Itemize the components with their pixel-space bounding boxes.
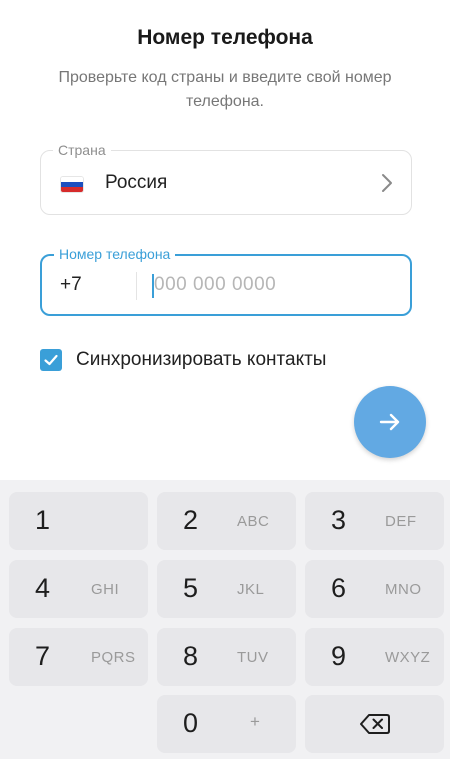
key-letters: ABC <box>237 513 270 530</box>
key-9[interactable]: 9 WXYZ <box>305 628 444 686</box>
key-digit: 3 <box>331 505 347 535</box>
key-digit: 0 <box>183 708 199 738</box>
key-6[interactable]: 6 MNO <box>305 560 444 618</box>
phone-field-label: Номер телефона <box>54 245 176 263</box>
key-letters: TUV <box>237 649 269 666</box>
key-2[interactable]: 2 ABC <box>157 492 296 550</box>
country-selector[interactable]: Страна Россия <box>40 141 412 215</box>
key-0[interactable]: 0 + <box>157 695 296 753</box>
key-letters: JKL <box>237 581 265 598</box>
country-code[interactable]: +7 <box>60 274 82 296</box>
key-digit: 5 <box>183 573 199 603</box>
sync-contacts-label: Синхронизировать контакты <box>76 349 327 370</box>
arrow-right-icon <box>379 413 400 431</box>
country-name: Россия <box>105 172 168 193</box>
key-4[interactable]: 4 GHI <box>9 560 148 618</box>
key-digit: 4 <box>35 573 51 603</box>
russia-flag-icon <box>61 177 83 192</box>
key-digit: 8 <box>183 641 199 671</box>
field-divider <box>136 272 137 300</box>
country-field-label: Страна <box>53 141 111 159</box>
numeric-keypad: 1 2 ABC 3 DEF 4 GHI 5 JKL 6 MNO 7 PQRS 8… <box>0 480 450 759</box>
page-title: Номер телефона <box>137 26 313 49</box>
sync-contacts-row[interactable]: Синхронизировать контакты <box>40 347 326 373</box>
chevron-right-icon <box>381 173 393 198</box>
key-digit: 7 <box>35 641 51 671</box>
page-subtitle: Проверьте код страны и введите свой номе… <box>58 69 392 110</box>
key-5[interactable]: 5 JKL <box>157 560 296 618</box>
key-letters: GHI <box>91 581 120 598</box>
key-1[interactable]: 1 <box>9 492 148 550</box>
key-letters: DEF <box>385 513 417 530</box>
key-7[interactable]: 7 PQRS <box>9 628 148 686</box>
key-digit: 2 <box>183 505 199 535</box>
backspace-icon <box>360 714 390 734</box>
sync-contacts-checkbox[interactable] <box>40 349 62 371</box>
key-letters: MNO <box>385 581 422 598</box>
key-3[interactable]: 3 DEF <box>305 492 444 550</box>
check-icon <box>44 354 58 366</box>
key-letters: PQRS <box>91 649 136 666</box>
next-button[interactable] <box>354 386 426 458</box>
backspace-key[interactable] <box>305 695 444 753</box>
key-digit: 6 <box>331 573 347 603</box>
key-digit: 1 <box>35 505 51 535</box>
key-8[interactable]: 8 TUV <box>157 628 296 686</box>
key-letters: + <box>250 712 261 731</box>
phone-number-input[interactable] <box>154 271 384 299</box>
phone-field[interactable]: Номер телефона +7 <box>40 245 412 316</box>
key-letters: WXYZ <box>385 649 431 666</box>
key-digit: 9 <box>331 641 347 671</box>
